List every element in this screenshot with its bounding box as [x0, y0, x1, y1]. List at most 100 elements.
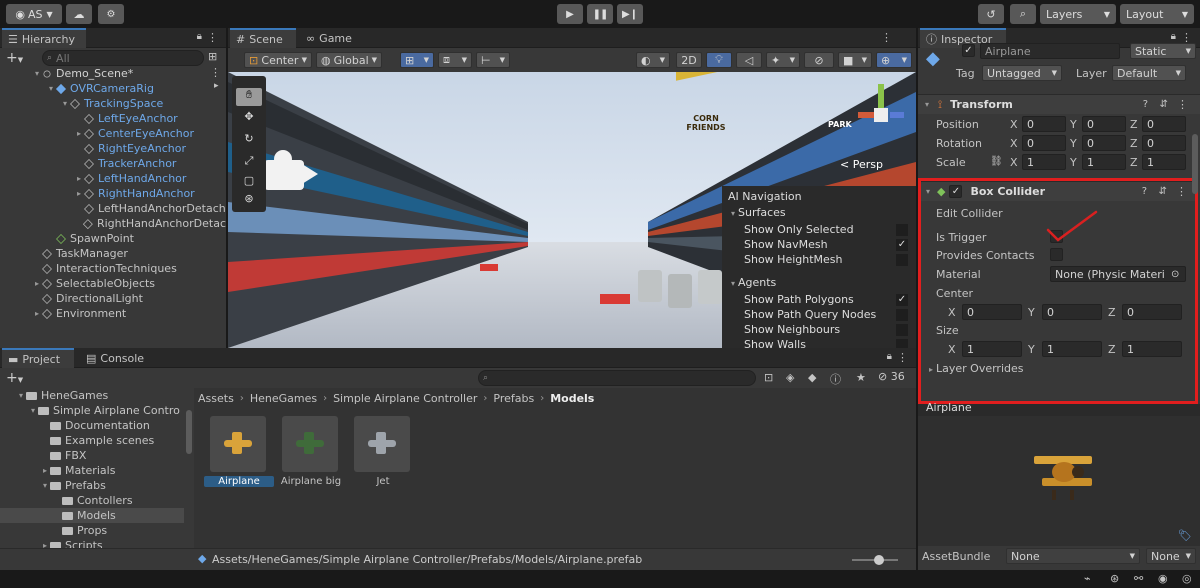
assetbundle-variant-dropdown[interactable]: None ▼	[1146, 548, 1196, 564]
help-icon[interactable]: ?	[1142, 186, 1147, 197]
hierarchy-item[interactable]: ▸ SelectableObjects	[32, 276, 226, 291]
rotate-tool[interactable]: ↻	[236, 132, 262, 150]
tag-dropdown[interactable]: Untagged ▼	[982, 65, 1062, 81]
asset-item[interactable]: Jet	[354, 416, 412, 496]
transform-tool[interactable]: ⊛	[236, 192, 262, 210]
info-icon[interactable]: ⓘ	[830, 371, 841, 387]
zoom-slider[interactable]	[852, 555, 898, 565]
rect-tool[interactable]: ▢	[236, 174, 262, 192]
vector-y-field[interactable]: 0	[1082, 116, 1126, 132]
vector-z-field[interactable]: 0	[1142, 116, 1186, 132]
active-checkbox[interactable]: ✓	[962, 44, 975, 57]
label-filter-icon[interactable]: ◆	[808, 371, 816, 384]
layer-dropdown[interactable]: Default ▼	[1112, 65, 1186, 81]
foldout-arrow-icon[interactable]: ▾	[60, 99, 70, 108]
foldout-arrow-icon[interactable]: ▾	[28, 406, 38, 415]
ai-nav-checkbox[interactable]	[896, 308, 908, 321]
hand-tool[interactable]: ✋︎	[236, 88, 262, 106]
hidden-packages-count[interactable]: ⊘ 36	[878, 370, 905, 383]
more-icon[interactable]: ⋮	[1176, 185, 1187, 198]
gizmos-button[interactable]: ⊕ ▼	[876, 52, 912, 68]
assetbundle-dropdown[interactable]: None ▼	[1006, 548, 1140, 564]
ai-nav-toggle[interactable]: Show Walls	[744, 337, 914, 348]
vector-x-field[interactable]: 0	[1022, 135, 1066, 151]
foldout-arrow-icon[interactable]: ▾	[32, 69, 42, 78]
folder-item[interactable]: ▸ Materials	[0, 463, 184, 478]
layer-overrides-foldout[interactable]: ▸ Layer Overrides	[926, 362, 1024, 375]
hierarchy-item[interactable]: ▾ Demo_Scene*	[32, 66, 226, 81]
layout-dropdown[interactable]: Layout ▼	[1120, 4, 1194, 24]
edit-collider-label[interactable]: Edit Collider	[936, 207, 1003, 220]
ai-nav-toggle[interactable]: Show HeightMesh	[744, 252, 914, 267]
preview-area[interactable]: 🏷︎	[918, 416, 1200, 546]
hierarchy-search-input[interactable]: ⌕ All	[42, 50, 204, 66]
scale-tool[interactable]: ⤢	[236, 154, 262, 172]
preset-icon[interactable]: ⇵	[1159, 186, 1167, 197]
hierarchy-item[interactable]: InteractionTechniques	[32, 261, 226, 276]
folder-item[interactable]: ▾ HeneGames	[0, 388, 184, 403]
ai-nav-checkbox[interactable]	[896, 323, 908, 336]
ai-nav-toggle[interactable]: Show Path Query Nodes	[744, 307, 914, 322]
hierarchy-item[interactable]: SpawnPoint	[46, 231, 226, 246]
vector-z-field[interactable]: 0	[1122, 304, 1182, 320]
project-add-button[interactable]: +▼	[6, 370, 23, 386]
breadcrumb-item[interactable]: Assets	[198, 392, 234, 405]
audio-button[interactable]: ◁	[736, 52, 762, 68]
folder-item[interactable]: FBX	[0, 448, 184, 463]
folder-item[interactable]: ▾ Prefabs	[0, 478, 184, 493]
breadcrumb-item[interactable]: Simple Airplane Controller	[333, 392, 477, 405]
hidden-objects-button[interactable]: ⊘	[804, 52, 834, 68]
ai-nav-checkbox[interactable]	[896, 253, 908, 266]
hierarchy-item[interactable]: ▾ OVRCameraRig	[46, 81, 226, 96]
account-dropdown[interactable]: ◉ AS ▼	[6, 4, 62, 24]
object-picker-icon[interactable]: ⊙	[1171, 269, 1179, 280]
mode-2d-button[interactable]: 2D	[676, 52, 702, 68]
folder-item[interactable]: Example scenes	[0, 433, 184, 448]
ai-nav-checkbox[interactable]: ✓	[896, 293, 908, 306]
hierarchy-item[interactable]: LeftHandAnchorDetach	[74, 201, 226, 216]
vector-x-field[interactable]: 1	[1022, 154, 1066, 170]
vector-z-field[interactable]: 0	[1142, 135, 1186, 151]
box-collider-header[interactable]: ▾ ◆ ✓ Box Collider ? ⇵ ⋮	[921, 181, 1195, 201]
orientation-gizmo[interactable]	[846, 80, 910, 150]
hierarchy-item[interactable]: ▸ Environment	[32, 306, 226, 321]
foldout-arrow-icon[interactable]: ▸	[32, 279, 42, 288]
move-tool[interactable]: ✥	[236, 110, 262, 128]
static-dropdown[interactable]: Static ▼	[1130, 43, 1196, 59]
debug-icon[interactable]: ◉	[1158, 572, 1168, 585]
material-field[interactable]: None (Physic Materi ⊙	[1050, 266, 1186, 282]
more-icon[interactable]: ⋮	[207, 31, 218, 44]
folder-item[interactable]: Props	[0, 523, 184, 538]
hierarchy-item[interactable]: TaskManager	[32, 246, 226, 261]
transform-header[interactable]: ▾ ⟟ Transform ? ⇵ ⋮	[918, 94, 1200, 114]
shading-button[interactable]: ◐ ▼	[636, 52, 670, 68]
camera-settings-button[interactable]: ■ ▼	[838, 52, 872, 68]
type-filter-icon[interactable]: ◈	[786, 371, 794, 384]
hierarchy-item[interactable]: ▸ RightHandAnchor	[74, 186, 226, 201]
project-search-input[interactable]: ⌕	[478, 370, 756, 386]
filter-icon[interactable]: ⊞	[208, 50, 217, 63]
inspector-scrollbar[interactable]	[1192, 134, 1198, 194]
step-button[interactable]: ▶❙	[617, 4, 643, 24]
scene-search-icon[interactable]: ⊡	[764, 371, 773, 384]
folder-scrollbar[interactable]	[186, 410, 192, 454]
breadcrumb-item[interactable]: Models	[550, 392, 594, 405]
chevron-right-icon[interactable]: ▸	[214, 81, 219, 91]
vector-x-field[interactable]: 1	[962, 341, 1022, 357]
box-collider-enabled-checkbox[interactable]: ✓	[949, 185, 963, 198]
hierarchy-item[interactable]: ▾ TrackingSpace	[60, 96, 226, 111]
foldout-arrow-icon[interactable]: ▾	[16, 391, 26, 400]
wireless-icon[interactable]: ⌁	[1084, 572, 1091, 585]
cloud-button[interactable]: ☁	[66, 4, 92, 24]
agents-header[interactable]: ▾ Agents	[728, 276, 908, 289]
pivot-dropdown[interactable]: ⊡ Center ▼	[244, 52, 312, 68]
hierarchy-item[interactable]: RightHandAnchorDetac	[74, 216, 226, 231]
ai-nav-checkbox[interactable]	[896, 223, 908, 236]
history-button[interactable]: ↺	[978, 4, 1004, 24]
hierarchy-item[interactable]: ▸ CenterEyeAnchor	[74, 126, 226, 141]
foldout-arrow-icon[interactable]: ▸	[74, 174, 84, 183]
provides-contacts-checkbox[interactable]	[1050, 248, 1063, 261]
play-button[interactable]: ▶	[557, 4, 583, 24]
hierarchy-item[interactable]: LeftEyeAnchor	[74, 111, 226, 126]
foldout-arrow-icon[interactable]: ▸	[40, 466, 50, 475]
